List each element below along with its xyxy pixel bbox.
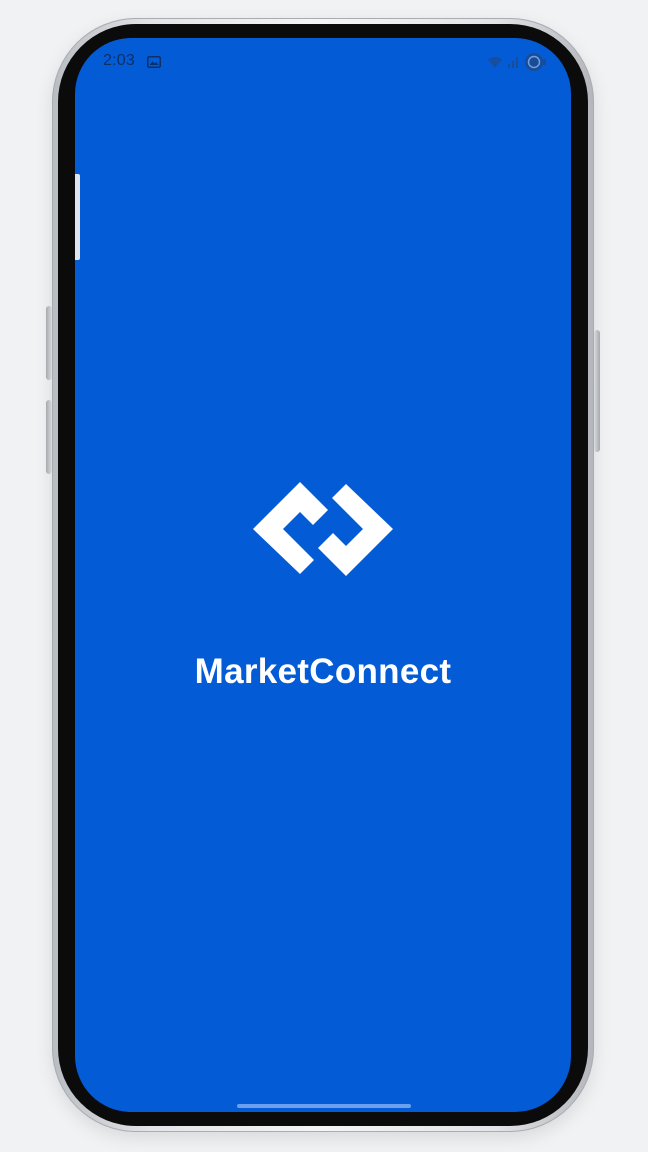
- battery-icon: [525, 53, 546, 71]
- image-notification-icon: [147, 56, 161, 68]
- status-bar: 2:03: [75, 38, 571, 86]
- edge-panel-handle[interactable]: [75, 174, 80, 260]
- wifi-icon: [488, 56, 502, 68]
- signal-icon: [508, 57, 518, 68]
- app-name-title: MarketConnect: [194, 652, 452, 691]
- splash-screen: 2:03 MarketConnect: [75, 38, 571, 1112]
- home-indicator[interactable]: [237, 1104, 411, 1108]
- power-button: [594, 330, 600, 452]
- marketconnect-logo-icon: [253, 482, 393, 576]
- volume-down-button: [46, 400, 52, 474]
- volume-up-button: [46, 306, 52, 380]
- status-time: 2:03: [103, 52, 135, 69]
- status-icons: [487, 52, 547, 72]
